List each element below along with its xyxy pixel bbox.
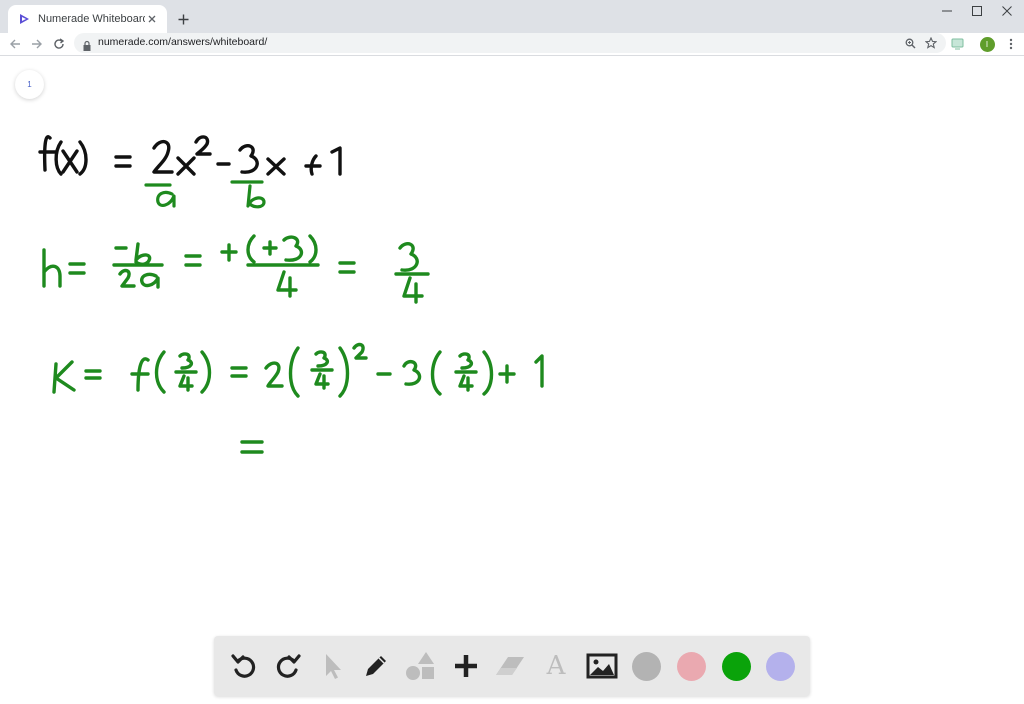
color-swatch-lavender[interactable]: [764, 650, 796, 682]
close-window-icon[interactable]: [990, 0, 1024, 22]
undo-icon[interactable]: [228, 650, 260, 682]
numerade-logo-icon: [16, 11, 32, 27]
equation-line-2: [42, 234, 430, 304]
image-icon[interactable]: [586, 650, 618, 682]
new-tab-plus-icon[interactable]: [173, 9, 193, 29]
shapes-icon[interactable]: [404, 650, 436, 682]
close-tab-icon[interactable]: [145, 12, 159, 26]
whiteboard-toolbar: A: [214, 636, 810, 696]
handwritten-work: [38, 135, 544, 454]
reload-icon[interactable]: [49, 34, 69, 54]
browser-tab[interactable]: Numerade Whiteboard: [8, 5, 167, 33]
lock-icon: [82, 37, 94, 51]
color-swatch-gray[interactable]: [630, 650, 662, 682]
coefficient-labels: [144, 180, 266, 209]
text-icon[interactable]: A: [540, 650, 572, 682]
maximize-window-icon[interactable]: [960, 0, 994, 22]
color-swatch-fill: [676, 651, 706, 681]
bookmark-star-icon[interactable]: [923, 35, 939, 51]
address-bar[interactable]: numerade.com/answers/whiteboard/: [74, 33, 946, 53]
equation-line-1: [38, 135, 342, 176]
redo-icon[interactable]: [272, 650, 304, 682]
equation-line-3: [52, 342, 544, 398]
pointer-icon[interactable]: [316, 650, 348, 682]
zoom-magnifier-icon[interactable]: [902, 35, 918, 51]
back-arrow-icon[interactable]: [5, 34, 25, 54]
minimize-window-icon[interactable]: [930, 0, 964, 22]
color-swatch-fill: [765, 651, 795, 681]
tab-title: Numerade Whiteboard: [38, 13, 145, 25]
profile-avatar[interactable]: I: [977, 34, 997, 54]
equation-line-4: [240, 440, 264, 454]
forward-arrow-icon[interactable]: [27, 34, 47, 54]
color-swatch-fill: [721, 651, 751, 681]
color-swatch-green[interactable]: [720, 650, 752, 682]
eraser-icon[interactable]: [494, 650, 526, 682]
url-text: numerade.com/answers/whiteboard/: [98, 36, 268, 48]
browser-toolbar: numerade.com/answers/whiteboard/ I: [0, 33, 1024, 56]
profile-initial: I: [979, 36, 995, 52]
extension-icon[interactable]: [947, 34, 967, 54]
color-swatch-fill: [631, 651, 661, 681]
plus-icon[interactable]: [450, 650, 482, 682]
browser-menu-dots-icon[interactable]: [1001, 34, 1021, 54]
whiteboard-canvas[interactable]: 1: [0, 56, 1024, 704]
browser-tab-strip: Numerade Whiteboard: [0, 0, 1024, 33]
pen-icon[interactable]: [360, 650, 392, 682]
color-swatch-pink[interactable]: [675, 650, 707, 682]
